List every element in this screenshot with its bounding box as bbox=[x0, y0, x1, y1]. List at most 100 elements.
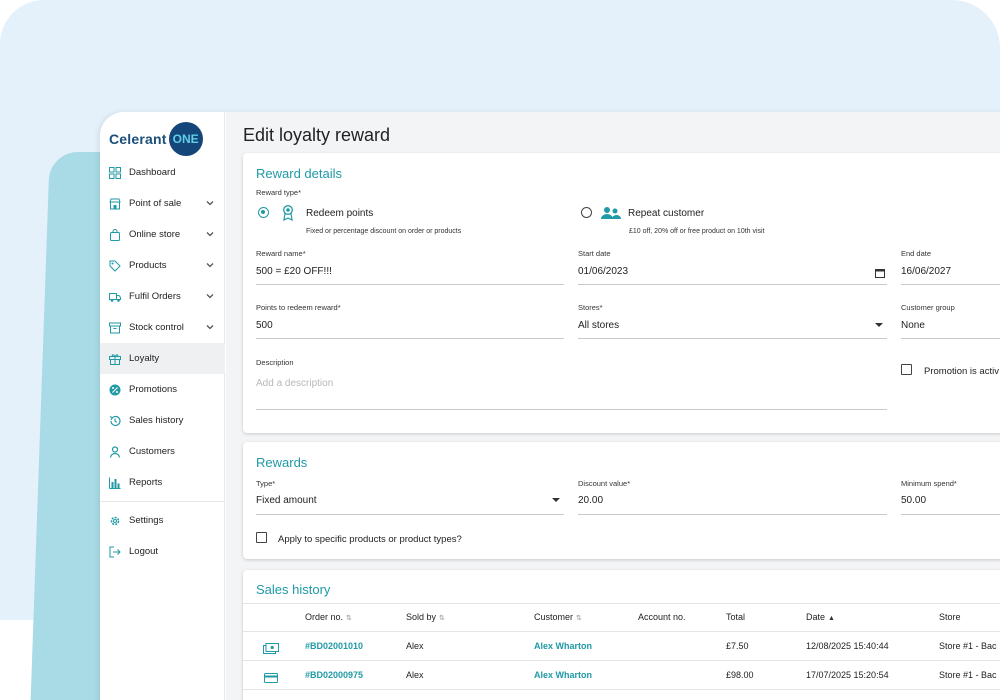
sidebar-item-label: Settings bbox=[129, 515, 164, 526]
sidebar-item-label: Fulfil Orders bbox=[129, 291, 181, 302]
sidebar-item-loyalty[interactable]: Loyalty bbox=[100, 343, 225, 374]
sidebar-item-dashboard[interactable]: Dashboard bbox=[100, 157, 225, 188]
page-title: Edit loyalty reward bbox=[243, 125, 391, 145]
repeat-customer-radio[interactable] bbox=[581, 207, 592, 218]
repeat-customer-desc: £10 off, 20% off or free product on 10th… bbox=[629, 228, 765, 235]
cash-icon bbox=[263, 641, 279, 659]
sidebar-divider bbox=[100, 501, 225, 502]
column-header-account[interactable]: Account no. bbox=[638, 612, 686, 622]
rewards-title: Rewards bbox=[256, 455, 308, 470]
sidebar-item-settings[interactable]: Settings bbox=[100, 505, 225, 536]
tag-icon bbox=[109, 260, 121, 272]
calendar-icon[interactable] bbox=[875, 265, 885, 283]
customer-group-select[interactable]: None bbox=[901, 320, 925, 331]
description-input[interactable]: Add a description bbox=[256, 378, 333, 389]
sort-icon: ⇅ bbox=[346, 615, 352, 622]
table-divider bbox=[243, 603, 1000, 604]
column-header-customer[interactable]: Customer ⇅ bbox=[534, 612, 582, 622]
sidebar-item-customers[interactable]: Customers bbox=[100, 436, 225, 467]
logo[interactable]: Celerant ONE bbox=[109, 122, 203, 156]
bar-chart-icon bbox=[109, 477, 121, 489]
store-cell: Store #1 - Bac bbox=[939, 670, 997, 680]
repeat-customer-label[interactable]: Repeat customer bbox=[628, 208, 704, 219]
chevron-down-icon[interactable] bbox=[205, 260, 215, 270]
min-spend-input[interactable]: 50.00 bbox=[901, 495, 926, 506]
apply-products-checkbox[interactable] bbox=[256, 532, 267, 543]
reward-details-card: Reward details Reward type* Redeem point… bbox=[243, 153, 1000, 433]
points-input[interactable]: 500 bbox=[256, 320, 273, 331]
points-underline bbox=[256, 338, 564, 339]
start-date-label: Start date bbox=[578, 249, 611, 258]
end-date-label: End date bbox=[901, 249, 932, 258]
sidebar-item-label: Online store bbox=[129, 229, 181, 240]
chevron-down-icon[interactable] bbox=[205, 291, 215, 301]
discount-label: Discount value* bbox=[578, 479, 631, 488]
customer-group-underline bbox=[901, 338, 1000, 339]
column-header-order[interactable]: Order no. ⇅ bbox=[305, 612, 352, 622]
sidebar-item-reports[interactable]: Reports bbox=[100, 467, 225, 498]
chevron-down-icon[interactable] bbox=[205, 198, 215, 208]
dropdown-arrow-icon[interactable] bbox=[875, 323, 883, 327]
sidebar-item-online-store[interactable]: Online store bbox=[100, 219, 225, 250]
discount-input[interactable]: 20.00 bbox=[578, 495, 603, 506]
sidebar-item-label: Dashboard bbox=[129, 167, 176, 178]
customer-link[interactable]: Alex Wharton bbox=[534, 641, 592, 651]
end-date-input[interactable]: 16/06/2027 bbox=[901, 266, 951, 277]
min-spend-underline bbox=[901, 514, 1000, 515]
start-date-input[interactable]: 01/06/2023 bbox=[578, 266, 628, 277]
sidebar-item-sales-history[interactable]: Sales history bbox=[100, 405, 225, 436]
sidebar-nav: Dashboard Point of sale Online store Pro… bbox=[100, 157, 225, 567]
column-header-store[interactable]: Store bbox=[939, 612, 961, 622]
app-window: Celerant ONE Dashboard Point of sale Onl… bbox=[100, 112, 1000, 700]
sidebar-item-fulfil-orders[interactable]: Fulfil Orders bbox=[100, 281, 225, 312]
description-underline bbox=[256, 409, 887, 410]
column-header-date[interactable]: Date ▲ bbox=[806, 612, 835, 622]
total-cell: £98.00 bbox=[726, 670, 754, 680]
sidebar-item-promotions[interactable]: Promotions bbox=[100, 374, 225, 405]
sidebar-item-label: Promotions bbox=[129, 384, 178, 395]
promotion-active-checkbox[interactable] bbox=[901, 364, 912, 375]
table-divider bbox=[243, 631, 1000, 632]
dropdown-arrow-icon[interactable] bbox=[552, 498, 560, 502]
table-divider bbox=[243, 660, 1000, 661]
sidebar-item-logout[interactable]: Logout bbox=[100, 536, 225, 567]
customer-link[interactable]: Alex Wharton bbox=[534, 670, 592, 680]
sidebar-item-stock-control[interactable]: Stock control bbox=[100, 312, 225, 343]
column-header-sold-by[interactable]: Sold by ⇅ bbox=[406, 612, 445, 622]
gear-icon bbox=[109, 515, 121, 527]
type-label: Type* bbox=[256, 479, 276, 488]
customer-group-label: Customer group bbox=[901, 303, 955, 312]
sidebar-item-point-of-sale[interactable]: Point of sale bbox=[100, 188, 225, 219]
chevron-down-icon[interactable] bbox=[205, 229, 215, 239]
reward-details-title: Reward details bbox=[256, 166, 342, 181]
people-icon bbox=[601, 206, 621, 225]
store-cell: Store #1 - Bac bbox=[939, 641, 997, 651]
total-cell: £7.50 bbox=[726, 641, 749, 651]
redeem-points-radio[interactable] bbox=[258, 207, 269, 218]
order-link[interactable]: #BD02001010 bbox=[305, 641, 363, 651]
sales-history-title: Sales history bbox=[256, 582, 331, 597]
sort-icon: ⇅ bbox=[439, 615, 445, 622]
end-date-underline bbox=[901, 284, 1000, 285]
person-icon bbox=[109, 445, 121, 458]
apply-products-label: Apply to specific products or product ty… bbox=[278, 534, 462, 545]
sidebar: Celerant ONE Dashboard Point of sale Onl… bbox=[100, 112, 225, 700]
reward-name-input[interactable]: 500 = £20 OFF!!! bbox=[256, 266, 332, 277]
sidebar-item-label: Loyalty bbox=[129, 353, 160, 364]
gift-icon bbox=[109, 353, 121, 365]
sort-icon: ⇅ bbox=[576, 615, 582, 622]
date-cell: 12/08/2025 15:40:44 bbox=[806, 641, 889, 651]
redeem-points-label[interactable]: Redeem points bbox=[306, 208, 373, 219]
date-cell: 17/07/2025 15:20:54 bbox=[806, 670, 889, 680]
sidebar-item-label: Products bbox=[129, 260, 167, 271]
redeem-points-desc: Fixed or percentage discount on order or… bbox=[306, 228, 462, 235]
order-link[interactable]: #BD02000975 bbox=[305, 670, 363, 680]
stores-select[interactable]: All stores bbox=[578, 320, 619, 331]
column-header-total[interactable]: Total bbox=[726, 612, 745, 622]
sidebar-item-products[interactable]: Products bbox=[100, 250, 225, 281]
sidebar-item-label: Customers bbox=[129, 446, 175, 457]
logo-badge: ONE bbox=[168, 122, 203, 156]
award-icon bbox=[281, 205, 295, 226]
type-select[interactable]: Fixed amount bbox=[256, 495, 317, 506]
chevron-down-icon[interactable] bbox=[205, 322, 215, 332]
